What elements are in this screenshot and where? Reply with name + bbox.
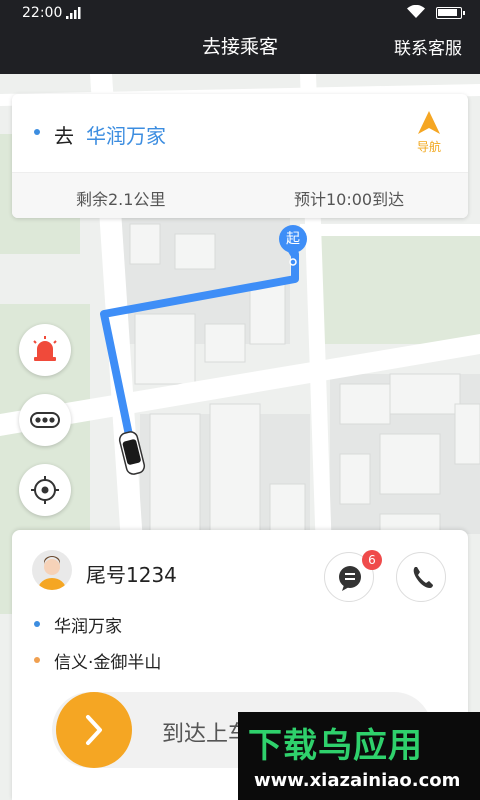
status-time: 22:00 — [22, 5, 63, 21]
status-bar: 22:00 — [0, 0, 480, 26]
pickup-dot — [34, 621, 40, 627]
remaining-distance: 剩余2.1公里 — [76, 190, 166, 209]
locate-button[interactable] — [19, 464, 71, 516]
start-label: 起 — [286, 231, 300, 247]
watermark-url: www.xiazainiao.com — [254, 770, 461, 791]
avatar — [32, 550, 72, 590]
navigation-arrow-icon — [418, 111, 440, 134]
destination-row: 去 华润万家 导航 — [12, 94, 468, 172]
signal-icon — [66, 7, 81, 19]
more-dots-icon — [30, 412, 60, 428]
locate-icon — [31, 476, 59, 504]
dropoff-dot — [34, 657, 40, 663]
navigation-button[interactable]: 导航 — [412, 110, 446, 156]
battery-icon — [436, 7, 465, 19]
contact-service-button[interactable]: 联系客服 — [394, 34, 462, 59]
message-badge: 6 — [362, 550, 382, 570]
destination-prefix: 去 — [54, 124, 74, 148]
destination-card: 去 华润万家 导航 剩余2.1公里 预计10:00到达 — [12, 94, 468, 218]
passenger-tail-number: 尾号1234 — [86, 563, 177, 587]
alarm-light-icon — [33, 336, 57, 361]
alarm-button[interactable] — [19, 324, 71, 376]
pickup-text: 华润万家 — [54, 617, 122, 637]
chevron-right-icon — [86, 715, 102, 745]
watermark: 下载乌应用 www.xiazainiao.com — [238, 712, 480, 800]
destination-name: 华润万家 — [86, 124, 166, 148]
eta: 预计10:00到达 — [294, 190, 405, 209]
passenger-avatar-icon — [38, 556, 66, 590]
call-button[interactable] — [396, 552, 446, 602]
start-marker: 起 — [276, 224, 310, 268]
destination-dot — [34, 129, 40, 135]
trip-info: 剩余2.1公里 预计10:00到达 — [12, 172, 468, 218]
watermark-title: 下载乌应用 — [248, 726, 423, 766]
top-bar: 22:00 去接乘客 联系客服 — [0, 0, 480, 74]
dropoff-text: 信义·金御半山 — [54, 653, 162, 673]
navigation-label: 导航 — [416, 140, 441, 154]
phone-icon — [413, 567, 433, 588]
more-button[interactable] — [19, 394, 71, 446]
slider-knob[interactable] — [56, 692, 132, 768]
wifi-icon — [407, 5, 425, 18]
